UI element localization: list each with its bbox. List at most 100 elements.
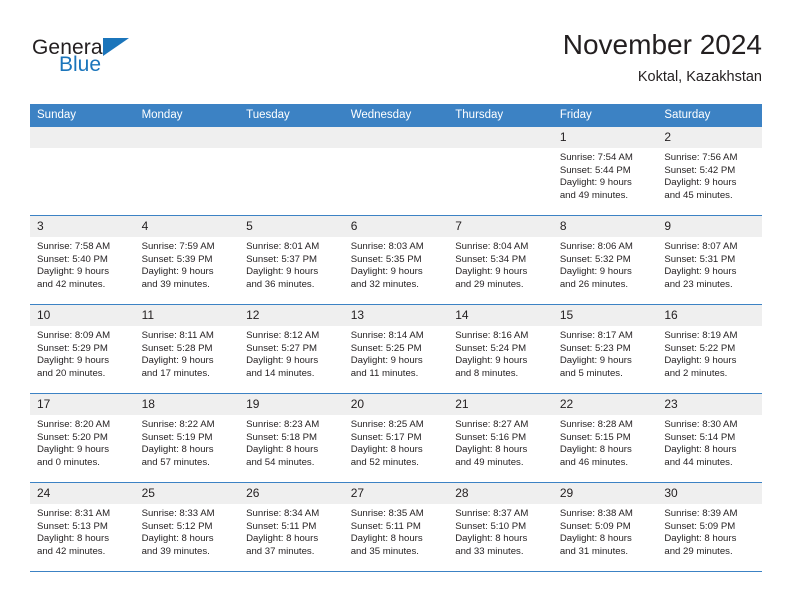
daylight-duration-line1: Daylight: 8 hours <box>350 533 423 545</box>
daylight-duration-line2: and 11 minutes. <box>350 367 419 379</box>
day-details: Sunrise: 8:14 AM Sunset: 5:25 PM Daylight:… <box>344 326 449 380</box>
calendar-day-cell[interactable]: 6 Sunrise: 8:03 AM Sunset: 5:35 PM Daylight… <box>343 215 449 305</box>
calendar-day-cell[interactable]: 1 Sunrise: 7:54 AM Sunset: 5:44 PM Daylight… <box>552 126 658 216</box>
sunrise-time: Sunrise: 8:35 AM <box>350 508 424 519</box>
calendar-day-cell[interactable]: 10 Sunrise: 8:09 AM Sunset: 5:29 PM Dayligh… <box>30 304 135 394</box>
daylight-duration-line1: Daylight: 9 hours <box>455 355 528 367</box>
calendar-body: 1 Sunrise: 7:54 AM Sunset: 5:44 PM Daylight… <box>30 126 762 572</box>
sunset-time: Sunset: 5:39 PM <box>141 253 213 265</box>
daylight-duration-line2: and 17 minutes. <box>141 367 210 379</box>
sunrise-time: Sunrise: 8:25 AM <box>350 419 424 430</box>
location-subtitle: Koktal, Kazakhstan <box>637 69 762 85</box>
calendar-day-cell[interactable]: 18 Sunrise: 8:22 AM Sunset: 5:19 PM Dayligh… <box>134 393 240 483</box>
day-details: Sunrise: 8:28 AM Sunset: 5:15 PM Daylight:… <box>553 415 658 469</box>
calendar-day-cell[interactable]: 20 Sunrise: 8:25 AM Sunset: 5:17 PM Dayligh… <box>343 393 449 483</box>
daylight-duration-line1: Daylight: 9 hours <box>559 177 632 189</box>
daylight-duration-line2: and 2 minutes. <box>664 367 728 379</box>
sunset-time: Sunset: 5:27 PM <box>246 342 318 354</box>
day-details: Sunrise: 8:09 AM Sunset: 5:29 PM Daylight:… <box>30 326 135 380</box>
calendar-day-cell[interactable]: 22 Sunrise: 8:28 AM Sunset: 5:15 PM Dayligh… <box>552 393 658 483</box>
calendar-day-cell[interactable]: 24 Sunrise: 8:31 AM Sunset: 5:13 PM Dayligh… <box>30 482 135 572</box>
sunset-time: Sunset: 5:18 PM <box>246 431 318 443</box>
daylight-duration-line2: and 5 minutes. <box>559 367 623 379</box>
calendar-day-cell[interactable]: 7 Sunrise: 8:04 AM Sunset: 5:34 PM Daylight… <box>448 215 553 305</box>
day-details: Sunrise: 8:33 AM Sunset: 5:12 PM Daylight:… <box>135 504 240 558</box>
weekday-header-friday: Friday <box>552 104 658 127</box>
day-number: 18 <box>134 394 240 415</box>
calendar-day-cell-empty[interactable] <box>343 126 449 216</box>
logo-triangle-icon <box>103 38 129 56</box>
calendar-day-cell[interactable]: 4 Sunrise: 7:59 AM Sunset: 5:39 PM Daylight… <box>134 215 240 305</box>
calendar-day-cell[interactable]: 21 Sunrise: 8:27 AM Sunset: 5:16 PM Dayligh… <box>448 393 553 483</box>
daylight-duration-line2: and 20 minutes. <box>37 367 106 379</box>
sunrise-time: Sunrise: 8:09 AM <box>37 330 111 341</box>
calendar-day-cell-empty[interactable] <box>448 126 553 216</box>
day-number: 12 <box>239 305 344 326</box>
day-number: 24 <box>30 483 135 504</box>
daylight-duration-line2: and 52 minutes. <box>350 456 419 468</box>
calendar-day-cell[interactable]: 19 Sunrise: 8:23 AM Sunset: 5:18 PM Dayligh… <box>239 393 344 483</box>
calendar-day-cell[interactable]: 14 Sunrise: 8:16 AM Sunset: 5:24 PM Dayligh… <box>448 304 553 394</box>
calendar-day-cell[interactable]: 30 Sunrise: 8:39 AM Sunset: 5:09 PM Dayligh… <box>657 482 762 572</box>
day-details: Sunrise: 8:27 AM Sunset: 5:16 PM Daylight:… <box>448 415 553 469</box>
daylight-duration-line1: Daylight: 8 hours <box>246 533 319 545</box>
sunset-time: Sunset: 5:14 PM <box>664 431 736 443</box>
logo-text-blue: Blue <box>59 53 102 76</box>
day-number: 26 <box>239 483 344 504</box>
weekday-header-monday: Monday <box>134 104 240 127</box>
calendar-day-cell[interactable]: 17 Sunrise: 8:20 AM Sunset: 5:20 PM Dayligh… <box>30 393 135 483</box>
sunrise-time: Sunrise: 8:34 AM <box>246 508 320 519</box>
daylight-duration-line1: Daylight: 9 hours <box>455 266 528 278</box>
day-number: 19 <box>239 394 344 415</box>
calendar-day-cell-empty[interactable] <box>30 126 135 216</box>
calendar-day-cell-empty[interactable] <box>134 126 240 216</box>
sunset-time: Sunset: 5:09 PM <box>559 520 631 532</box>
daylight-duration-line2: and 37 minutes. <box>246 545 315 557</box>
daylight-duration-line1: Daylight: 9 hours <box>37 266 109 278</box>
calendar-day-cell[interactable]: 29 Sunrise: 8:38 AM Sunset: 5:09 PM Dayligh… <box>552 482 658 572</box>
day-details: Sunrise: 8:39 AM Sunset: 5:09 PM Daylight:… <box>657 504 762 558</box>
calendar-day-cell[interactable]: 13 Sunrise: 8:14 AM Sunset: 5:25 PM Dayligh… <box>343 304 449 394</box>
sunrise-time: Sunrise: 8:38 AM <box>559 508 633 519</box>
day-details: Sunrise: 7:56 AM Sunset: 5:42 PM Daylight:… <box>657 148 762 202</box>
calendar-day-cell[interactable]: 27 Sunrise: 8:35 AM Sunset: 5:11 PM Dayligh… <box>343 482 449 572</box>
day-details: Sunrise: 7:58 AM Sunset: 5:40 PM Daylight:… <box>30 237 135 291</box>
calendar-day-cell-empty[interactable] <box>239 126 344 216</box>
daylight-duration-line1: Daylight: 9 hours <box>37 444 109 456</box>
calendar-day-cell[interactable]: 26 Sunrise: 8:34 AM Sunset: 5:11 PM Dayligh… <box>239 482 344 572</box>
sunrise-time: Sunrise: 8:19 AM <box>664 330 738 341</box>
calendar-day-cell[interactable]: 9 Sunrise: 8:07 AM Sunset: 5:31 PM Daylight… <box>657 215 762 305</box>
calendar-day-cell[interactable]: 28 Sunrise: 8:37 AM Sunset: 5:10 PM Dayligh… <box>448 482 553 572</box>
calendar-day-cell[interactable]: 23 Sunrise: 8:30 AM Sunset: 5:14 PM Dayligh… <box>657 393 762 483</box>
weekday-header-sunday: Sunday <box>30 104 135 127</box>
sunrise-time: Sunrise: 8:17 AM <box>559 330 633 341</box>
calendar-day-cell[interactable]: 8 Sunrise: 8:06 AM Sunset: 5:32 PM Daylight… <box>552 215 658 305</box>
page-header: General Blue November 2024 Koktal, Kazak… <box>30 28 762 96</box>
sunset-time: Sunset: 5:32 PM <box>559 253 631 265</box>
sunrise-time: Sunrise: 8:30 AM <box>664 419 738 430</box>
sunrise-time: Sunrise: 8:14 AM <box>350 330 424 341</box>
calendar-day-cell[interactable]: 3 Sunrise: 7:58 AM Sunset: 5:40 PM Daylight… <box>30 215 135 305</box>
sunrise-time: Sunrise: 8:07 AM <box>664 241 738 252</box>
calendar-day-cell[interactable]: 25 Sunrise: 8:33 AM Sunset: 5:12 PM Dayligh… <box>134 482 240 572</box>
calendar-day-cell[interactable]: 11 Sunrise: 8:11 AM Sunset: 5:28 PM Dayligh… <box>134 304 240 394</box>
sunset-time: Sunset: 5:11 PM <box>246 520 317 532</box>
daylight-duration-line1: Daylight: 8 hours <box>141 533 214 545</box>
daylight-duration-line1: Daylight: 8 hours <box>246 444 319 456</box>
calendar-day-cell[interactable]: 16 Sunrise: 8:19 AM Sunset: 5:22 PM Dayligh… <box>657 304 762 394</box>
sunset-time: Sunset: 5:23 PM <box>559 342 631 354</box>
calendar-day-cell[interactable]: 15 Sunrise: 8:17 AM Sunset: 5:23 PM Dayligh… <box>552 304 658 394</box>
calendar-day-cell[interactable]: 5 Sunrise: 8:01 AM Sunset: 5:37 PM Daylight… <box>239 215 344 305</box>
title-block: November 2024 Koktal, Kazakhstan <box>563 28 762 87</box>
sunrise-time: Sunrise: 8:20 AM <box>37 419 111 430</box>
calendar-day-cell[interactable]: 2 Sunrise: 7:56 AM Sunset: 5:42 PM Daylight… <box>657 126 762 216</box>
calendar-week-row: 1 Sunrise: 7:54 AM Sunset: 5:44 PM Daylight… <box>30 126 762 216</box>
calendar-day-cell[interactable]: 12 Sunrise: 8:12 AM Sunset: 5:27 PM Dayligh… <box>239 304 344 394</box>
day-number: 2 <box>657 127 762 148</box>
sunrise-time: Sunrise: 8:23 AM <box>246 419 320 430</box>
daylight-duration-line1: Daylight: 9 hours <box>141 266 214 278</box>
day-number: 3 <box>30 216 135 237</box>
weekday-header-row: Sunday Monday Tuesday Wednesday Thursday… <box>30 104 762 127</box>
sunrise-time: Sunrise: 8:01 AM <box>246 241 320 252</box>
sunset-time: Sunset: 5:44 PM <box>559 164 631 176</box>
